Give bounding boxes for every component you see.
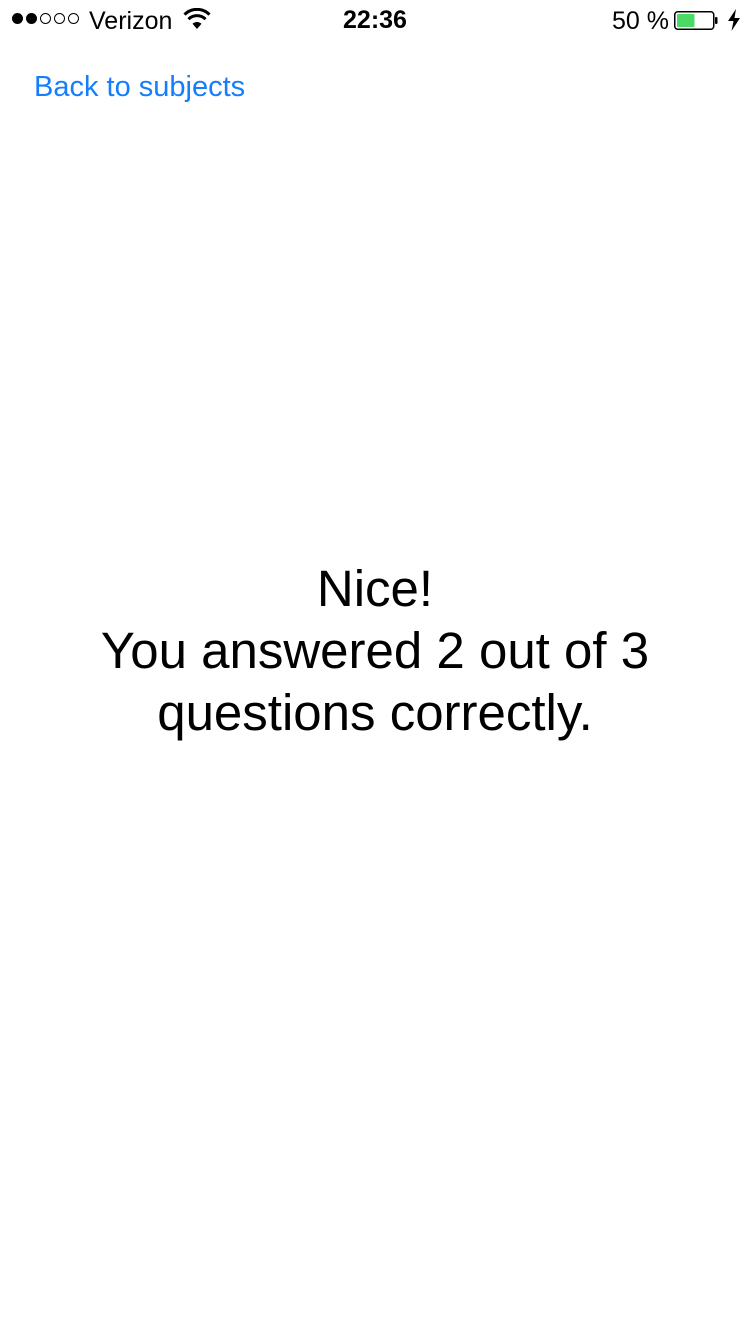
battery-fill [677,14,695,27]
status-bar: Verizon 22:36 50 % [0,0,750,40]
back-to-subjects-link[interactable]: Back to subjects [34,68,245,106]
battery-percentage: 50 % [612,7,669,35]
result-score-line: You answered 2 out of 3 [100,622,650,679]
battery-icon [674,11,718,30]
result-message: Nice! You answered 2 out of 3 questions … [0,558,750,744]
bolt-icon [728,9,740,31]
result-score-line-2: questions correctly. [157,684,593,741]
result-headline: Nice! [316,560,434,617]
